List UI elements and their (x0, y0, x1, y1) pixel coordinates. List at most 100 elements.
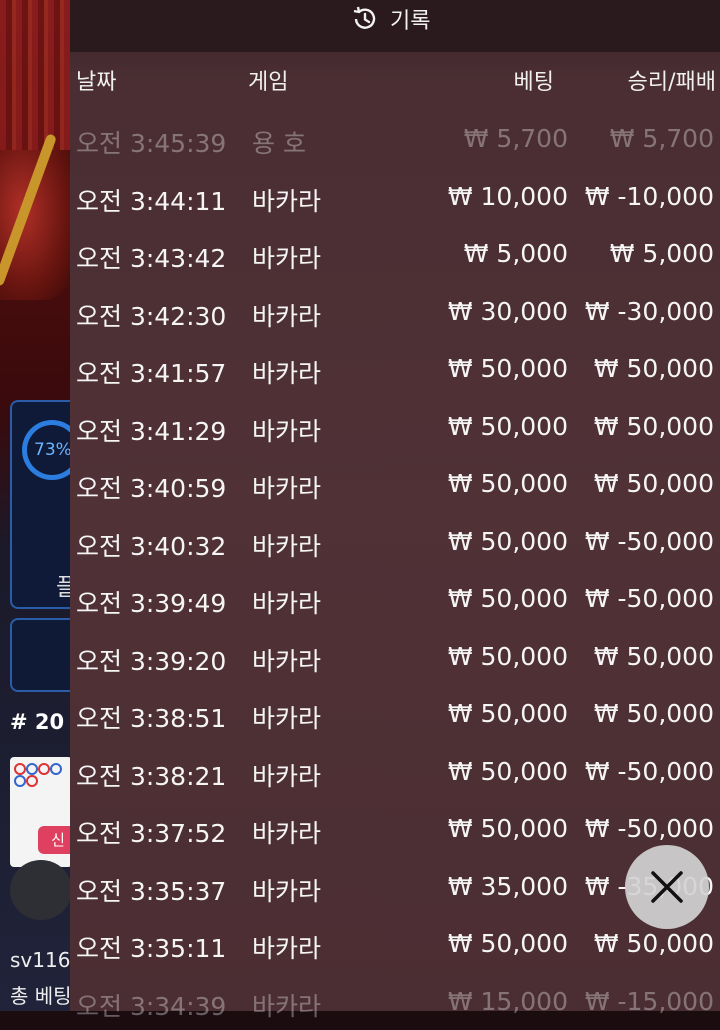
row-time: 오전 3:39:49 (76, 584, 226, 620)
row-result: ₩ 5,700 (610, 124, 714, 153)
row-result: ₩ 50,000 (594, 354, 714, 383)
row-time: 오전 3:38:51 (76, 699, 226, 735)
row-result: ₩ -30,000 (585, 297, 714, 326)
row-bet: ₩ 50,000 (448, 757, 568, 786)
history-row[interactable]: 오전 3:35:11 바카라 ₩ 50,000 ₩ 50,000 (70, 915, 720, 973)
row-time: 오전 3:40:32 (76, 527, 226, 563)
row-result: ₩ 50,000 (594, 412, 714, 441)
row-game: 바카라 (252, 469, 321, 505)
row-bet: ₩ 10,000 (448, 182, 568, 211)
row-bet: ₩ 50,000 (448, 929, 568, 958)
row-result: ₩ 50,000 (594, 699, 714, 728)
row-bet: ₩ 50,000 (448, 642, 568, 671)
road-dot (14, 763, 26, 775)
row-result: ₩ 50,000 (594, 929, 714, 958)
row-game: 바카라 (252, 412, 321, 448)
row-time: 오전 3:43:42 (76, 239, 226, 275)
road-dot (26, 775, 38, 787)
row-time: 오전 3:41:57 (76, 354, 226, 390)
row-game: 바카라 (252, 182, 321, 218)
username: sv116 (10, 948, 70, 972)
chip-stack-icon[interactable] (10, 860, 72, 920)
history-row[interactable]: 오전 3:39:49 바카라 ₩ 50,000 ₩ -50,000 (70, 570, 720, 628)
history-row[interactable]: 오전 3:35:37 바카라 ₩ 35,000 ₩ -35,000 (70, 858, 720, 916)
row-result: ₩ -10,000 (585, 182, 714, 211)
column-header-date: 날짜 (76, 64, 116, 96)
history-header: 기록 (70, 0, 720, 52)
row-bet: ₩ 5,700 (464, 124, 568, 153)
row-time: 오전 3:42:30 (76, 297, 226, 333)
row-bet: ₩ 35,000 (448, 872, 568, 901)
history-row[interactable]: 오전 3:38:21 바카라 ₩ 50,000 ₩ -50,000 (70, 743, 720, 801)
curtain-decoration (0, 0, 72, 160)
road-dot (50, 763, 62, 775)
row-time: 오전 3:44:11 (76, 182, 226, 218)
history-title: 기록 (390, 3, 430, 35)
close-icon (647, 867, 687, 907)
row-game: 바카라 (252, 872, 321, 908)
history-row[interactable]: 오전 3:37:52 바카라 ₩ 50,000 ₩ -50,000 (70, 800, 720, 858)
history-row[interactable]: 오전 3:39:20 바카라 ₩ 50,000 ₩ 50,000 (70, 628, 720, 686)
row-time: 오전 3:45:39 (76, 124, 226, 160)
row-result: ₩ -50,000 (585, 757, 714, 786)
bet-spot-button[interactable] (10, 618, 74, 692)
history-row[interactable]: 오전 3:44:11 바카라 ₩ 10,000 ₩ -10,000 (70, 168, 720, 226)
round-number: # 20 (10, 710, 64, 734)
history-row[interactable]: 오전 3:45:39 용 호 ₩ 5,700 ₩ 5,700 (70, 110, 720, 168)
road-dot (14, 775, 26, 787)
row-time: 오전 3:38:21 (76, 757, 226, 793)
row-bet: ₩ 50,000 (448, 699, 568, 728)
percent-text: 73% (34, 440, 72, 460)
column-header-game: 게임 (248, 64, 288, 96)
row-game: 바카라 (252, 699, 321, 735)
row-bet: ₩ 15,000 (448, 987, 568, 1016)
row-game: 바카라 (252, 987, 321, 1023)
history-row[interactable]: 오전 3:34:39 바카라 ₩ 15,000 ₩ -15,000 (70, 973, 720, 1030)
history-row[interactable]: 오전 3:40:32 바카라 ₩ 50,000 ₩ -50,000 (70, 513, 720, 571)
row-bet: ₩ 5,000 (464, 239, 568, 268)
row-result: ₩ -50,000 (585, 814, 714, 843)
history-list[interactable]: 오전 3:45:39 용 호 ₩ 5,700 ₩ 5,700 오전 3:44:1… (70, 110, 720, 1030)
history-icon (350, 4, 380, 34)
row-bet: ₩ 50,000 (448, 584, 568, 613)
row-game: 바카라 (252, 929, 321, 965)
column-header-result: 승리/패배 (628, 64, 716, 96)
row-bet: ₩ 50,000 (448, 527, 568, 556)
history-row[interactable]: 오전 3:43:42 바카라 ₩ 5,000 ₩ 5,000 (70, 225, 720, 283)
row-game: 바카라 (252, 297, 321, 333)
row-result: ₩ 5,000 (610, 239, 714, 268)
row-time: 오전 3:39:20 (76, 642, 226, 678)
row-time: 오전 3:41:29 (76, 412, 226, 448)
history-row[interactable]: 오전 3:42:30 바카라 ₩ 30,000 ₩ -30,000 (70, 283, 720, 341)
row-time: 오전 3:40:59 (76, 469, 226, 505)
row-game: 바카라 (252, 584, 321, 620)
row-game: 바카라 (252, 354, 321, 390)
column-header-bet: 베팅 (514, 64, 554, 96)
history-panel: 기록 날짜 게임 베팅 승리/패배 오전 3:45:39 용 호 ₩ 5,700… (70, 0, 720, 1011)
row-result: ₩ 50,000 (594, 642, 714, 671)
road-dot (38, 763, 50, 775)
row-time: 오전 3:35:11 (76, 929, 226, 965)
history-row[interactable]: 오전 3:40:59 바카라 ₩ 50,000 ₩ 50,000 (70, 455, 720, 513)
history-row[interactable]: 오전 3:38:51 바카라 ₩ 50,000 ₩ 50,000 (70, 685, 720, 743)
row-time: 오전 3:35:37 (76, 872, 226, 908)
row-game: 바카라 (252, 757, 321, 793)
row-bet: ₩ 50,000 (448, 814, 568, 843)
row-game: 용 호 (252, 124, 306, 160)
close-button[interactable] (625, 845, 709, 929)
history-row[interactable]: 오전 3:41:29 바카라 ₩ 50,000 ₩ 50,000 (70, 398, 720, 456)
row-result: ₩ -15,000 (585, 987, 714, 1016)
history-row[interactable]: 오전 3:41:57 바카라 ₩ 50,000 ₩ 50,000 (70, 340, 720, 398)
row-bet: ₩ 50,000 (448, 412, 568, 441)
row-bet: ₩ 50,000 (448, 354, 568, 383)
total-bet-label: 총 베팅 (10, 980, 72, 1009)
row-time: 오전 3:34:39 (76, 987, 226, 1023)
row-time: 오전 3:37:52 (76, 814, 226, 850)
row-result: ₩ 50,000 (594, 469, 714, 498)
row-game: 바카라 (252, 814, 321, 850)
row-bet: ₩ 30,000 (448, 297, 568, 326)
road-dot (26, 763, 38, 775)
row-game: 바카라 (252, 527, 321, 563)
row-result: ₩ -50,000 (585, 584, 714, 613)
row-result: ₩ -50,000 (585, 527, 714, 556)
